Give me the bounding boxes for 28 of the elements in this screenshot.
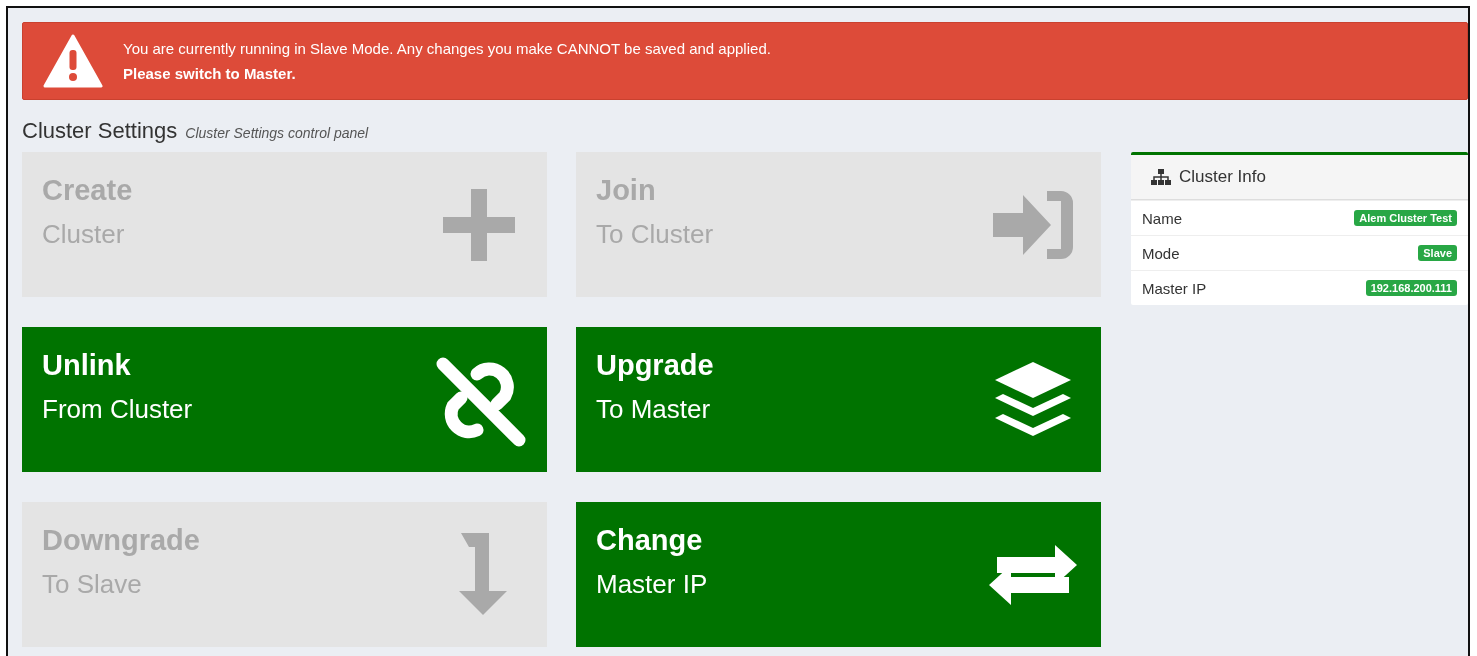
tile-title: Join	[596, 174, 657, 207]
tile-title: Unlink	[42, 349, 132, 382]
tile-subtitle: To Cluster	[596, 219, 714, 250]
info-label: Name	[1142, 209, 1182, 227]
info-value: Alem Cluster Test	[1354, 210, 1457, 226]
info-value: Slave	[1418, 245, 1457, 261]
tile-subtitle: To Master	[596, 394, 712, 425]
alert-message: You are currently running in Slave Mode. Any changes you make CANNOT be saved and applied.	[123, 40, 771, 57]
page-subtitle: Cluster Settings control panel	[185, 125, 369, 141]
tile-subtitle: To Slave	[42, 569, 143, 600]
info-label: Master IP	[1142, 279, 1207, 297]
sitemap-icon	[1151, 169, 1171, 185]
tile-title: Downgrade	[42, 524, 200, 557]
action-tile[interactable]: Change Master IP	[576, 502, 1101, 647]
tile-title: Change	[596, 524, 704, 557]
tile-title: Upgrade	[596, 349, 714, 382]
panel-title: Cluster Info	[1179, 167, 1266, 187]
tile-subtitle: From Cluster	[42, 394, 193, 425]
info-label: Mode	[1142, 244, 1180, 262]
warning-icon	[43, 34, 103, 88]
tile-subtitle: Cluster	[42, 219, 126, 250]
tile-subtitle: Master IP	[596, 569, 708, 600]
tile-title: Create	[42, 174, 133, 207]
info-value: 192.168.200.111	[1365, 280, 1457, 296]
action-tile[interactable]: Upgrade To Master	[576, 327, 1101, 472]
action-tile[interactable]: Unlink From Cluster	[22, 327, 547, 472]
page-title: Cluster Settings	[22, 118, 178, 144]
alert-emphasis: Please switch to Master.	[123, 65, 297, 82]
